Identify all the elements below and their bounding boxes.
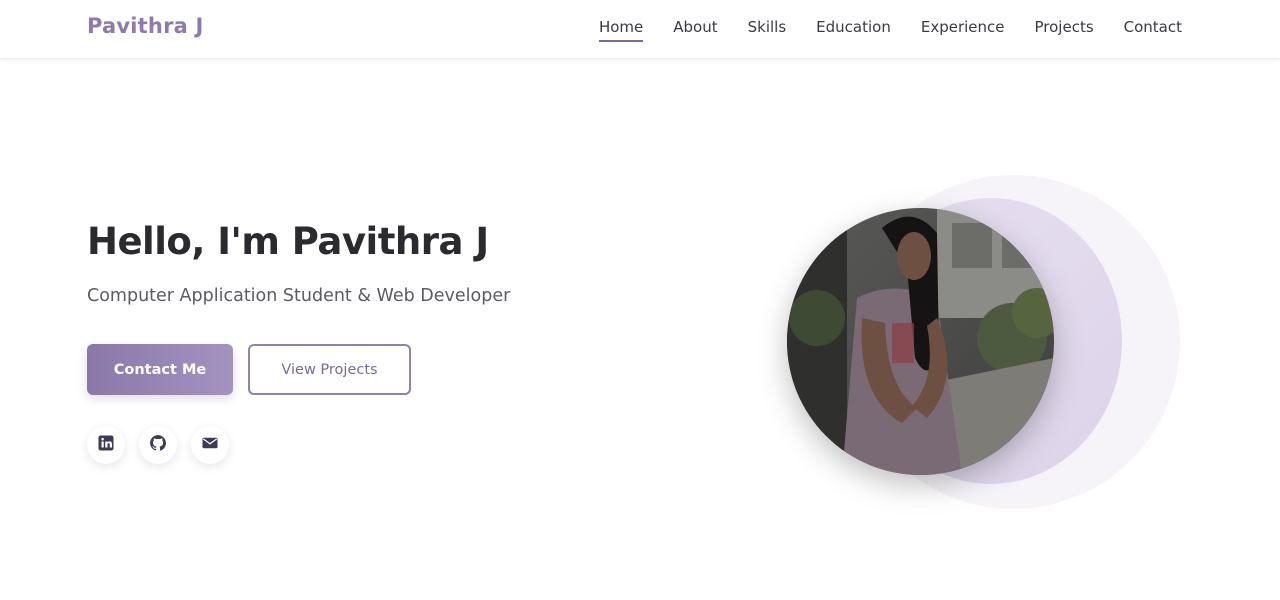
github-link[interactable] <box>139 426 177 464</box>
nav-projects[interactable]: Projects <box>1035 18 1094 42</box>
profile-photo-illustration <box>787 208 1054 475</box>
nav-about[interactable]: About <box>673 18 717 42</box>
nav-education[interactable]: Education <box>816 18 891 42</box>
hero-subtitle: Computer Application Student & Web Devel… <box>87 286 511 306</box>
email-link[interactable] <box>191 426 229 464</box>
envelope-icon <box>201 434 219 457</box>
navbar: Pavithra J Home About Skills Education E… <box>0 0 1280 59</box>
nav-menu: Home About Skills Education Experience P… <box>598 18 1182 42</box>
nav-home[interactable]: Home <box>598 18 644 42</box>
brand-logo[interactable]: Pavithra J <box>87 14 204 38</box>
view-projects-button[interactable]: View Projects <box>248 344 411 395</box>
nav-skills[interactable]: Skills <box>748 18 787 42</box>
nav-contact[interactable]: Contact <box>1124 18 1182 42</box>
contact-me-button[interactable]: Contact Me <box>87 344 233 395</box>
linkedin-link[interactable] <box>87 426 125 464</box>
hero-title: Hello, I'm Pavithra J <box>87 220 489 263</box>
nav-experience[interactable]: Experience <box>921 18 1005 42</box>
profile-photo <box>787 208 1054 475</box>
github-icon <box>149 434 167 457</box>
linkedin-icon <box>97 434 115 457</box>
